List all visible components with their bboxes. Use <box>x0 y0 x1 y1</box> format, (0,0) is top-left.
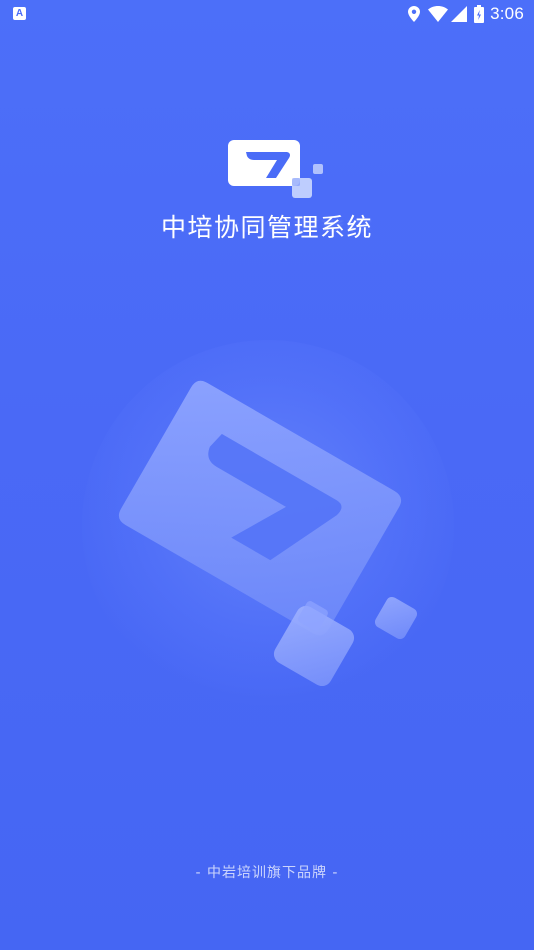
status-time: 3:06 <box>490 4 524 23</box>
splash-screen: A 3:06 中培协同管理系统 中培协同管理系统 - 中岩培训旗下品牌 - <box>0 0 534 950</box>
wifi-icon <box>428 6 449 22</box>
status-icons: 3:06 <box>408 3 524 25</box>
battery-icon <box>474 5 485 23</box>
signal-icon <box>451 6 468 22</box>
logo-illustration-icon <box>110 378 430 698</box>
brand-footer: - 中岩培训旗下品牌 - <box>195 865 339 881</box>
status-bar: A 3:06 <box>0 0 534 28</box>
company-logo-icon <box>224 138 328 204</box>
notification-app-icon: A <box>13 7 26 20</box>
location-icon <box>408 6 421 22</box>
app-title-reflection: 中培协同管理系统 <box>160 217 373 234</box>
